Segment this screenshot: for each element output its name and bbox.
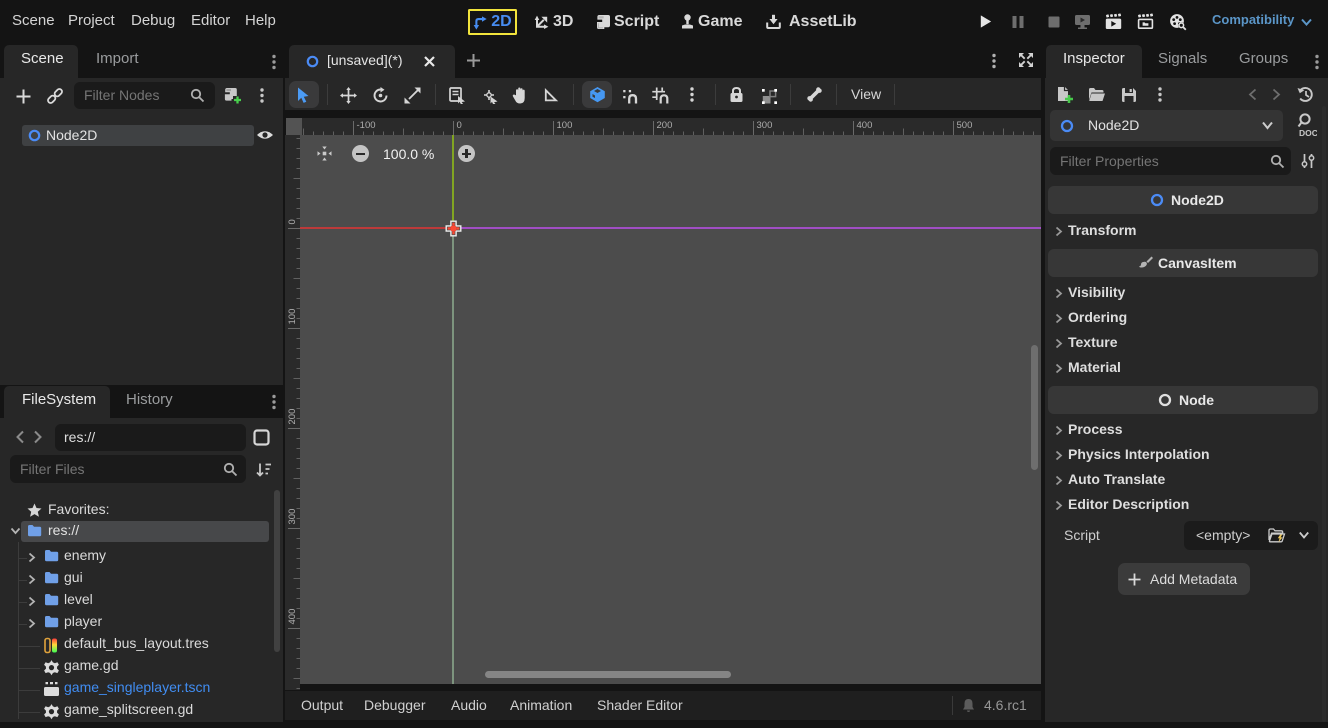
svg-text:300: 300 (757, 120, 773, 131)
svg-text:200: 200 (287, 409, 298, 425)
svg-text:400: 400 (857, 120, 873, 131)
svg-text:200: 200 (657, 120, 673, 131)
svg-text:500: 500 (957, 120, 973, 131)
svg-text:100: 100 (287, 309, 298, 325)
svg-text:0: 0 (457, 120, 462, 131)
svg-text:DOC: DOC (1299, 128, 1317, 138)
svg-text:300: 300 (287, 509, 298, 525)
svg-text:100: 100 (557, 120, 573, 131)
svg-text:400: 400 (287, 609, 298, 625)
svg-text:-100: -100 (357, 120, 376, 131)
svg-text:0: 0 (287, 219, 298, 224)
